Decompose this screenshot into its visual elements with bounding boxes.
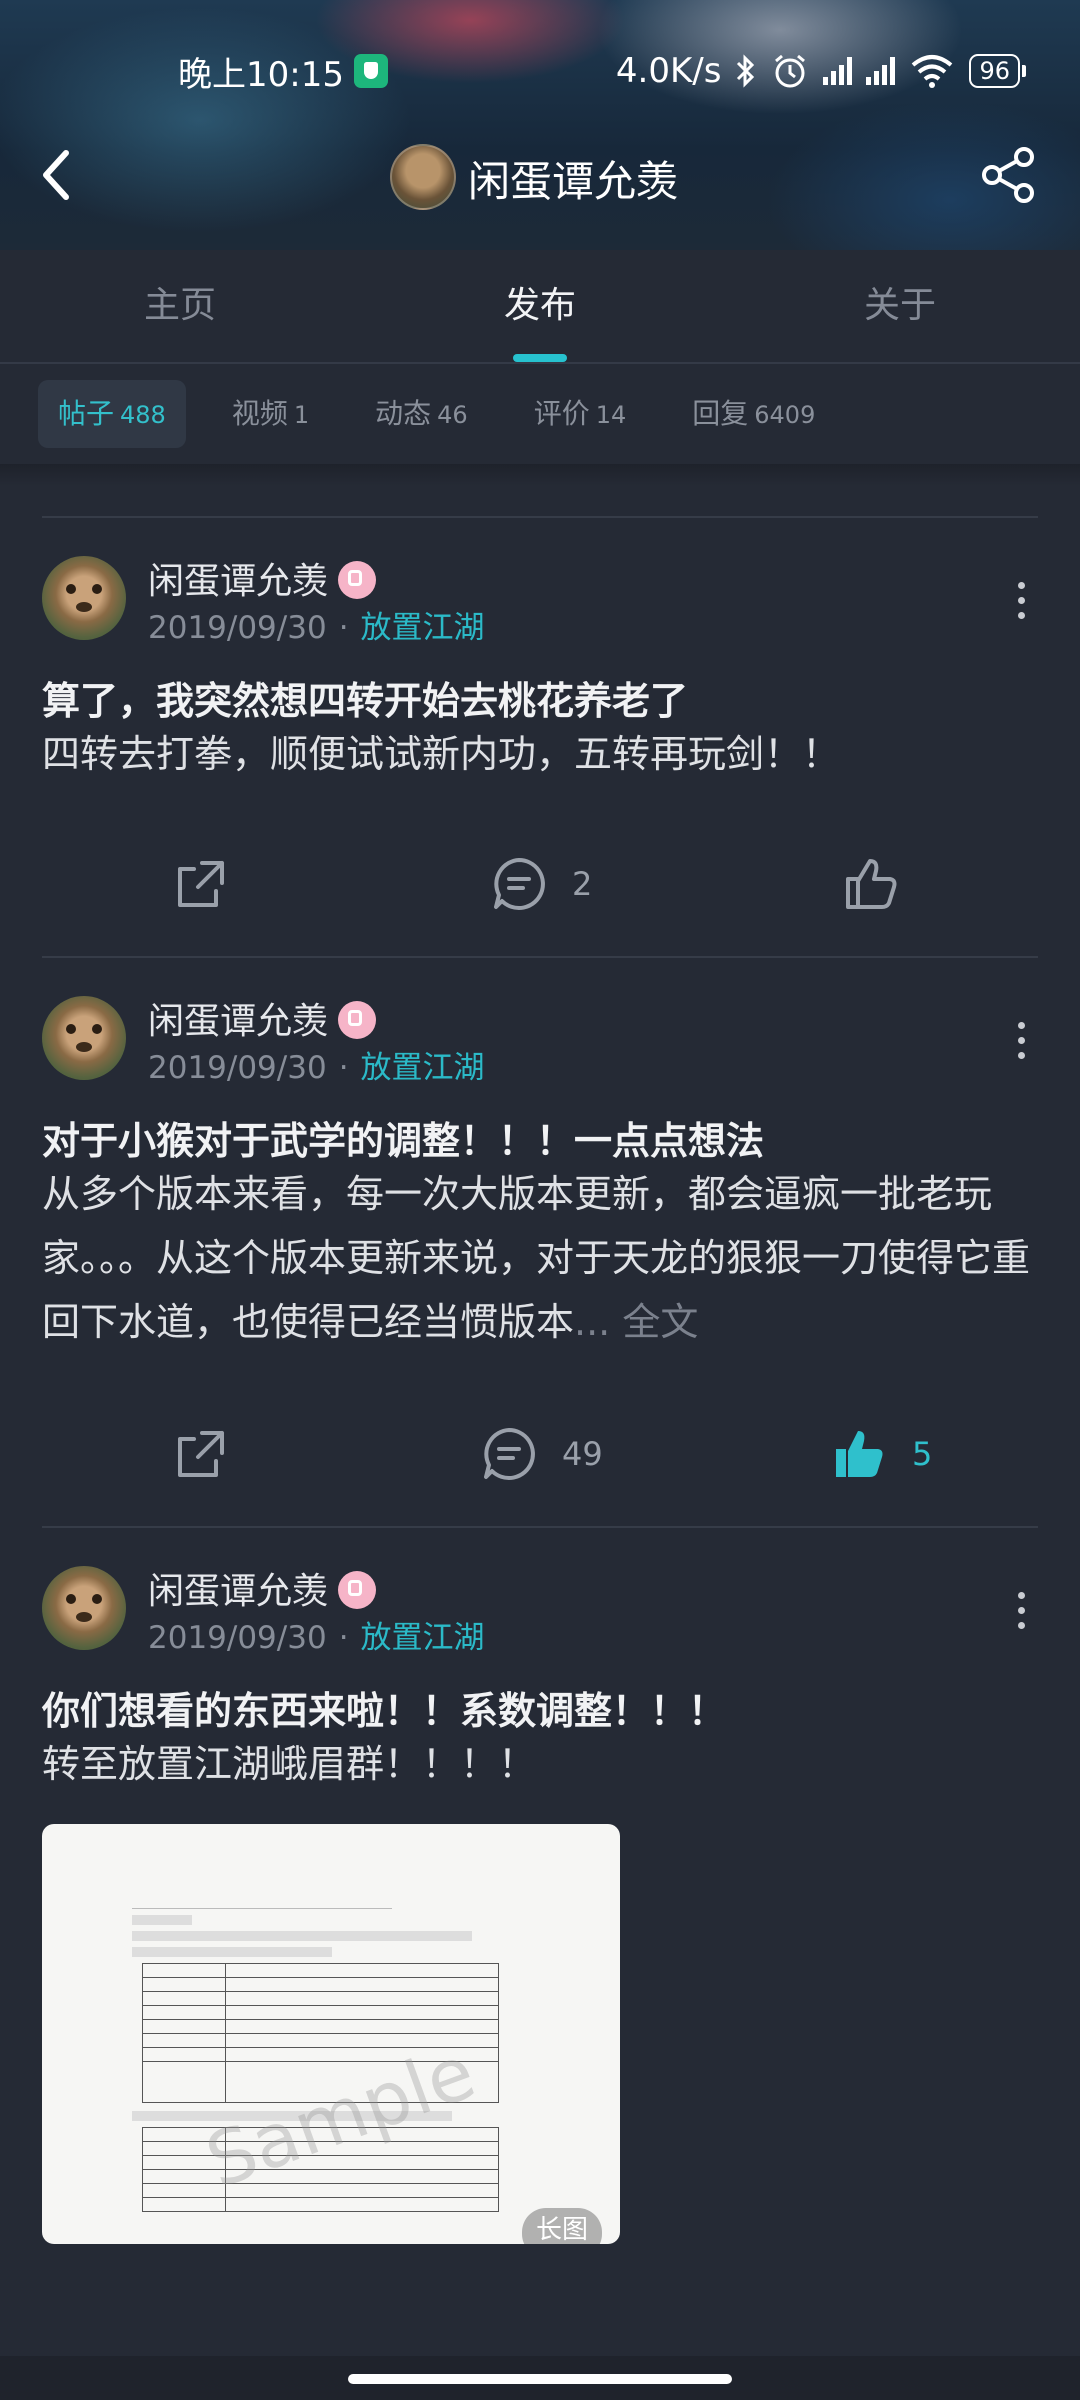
subtab-replies-label: 回复 xyxy=(692,397,749,430)
alarm-icon xyxy=(775,54,806,88)
comment-button[interactable]: 49 xyxy=(480,1414,603,1494)
share-post-button[interactable] xyxy=(172,844,230,924)
tab-posts[interactable]: 发布 xyxy=(360,250,720,362)
post-body: 转至放置江湖峨眉群！！！！ xyxy=(42,1742,537,1786)
post-body: 从多个版本来看，每一次大版本更新，都会逼疯一批老玩家。。。从这个版本更新来说，对… xyxy=(42,1162,1042,1354)
status-bar-right: 4.0K/s 96 xyxy=(615,46,1026,96)
author-avatar[interactable] xyxy=(42,1566,126,1650)
forum-link[interactable]: 放置江湖 xyxy=(361,1050,485,1086)
post-title: 对于小猴对于武学的调整！！！一点点想法 xyxy=(42,1119,765,1163)
author-avatar[interactable] xyxy=(42,996,126,1080)
subtab-threads-count: 488 xyxy=(120,401,166,429)
comment-icon xyxy=(494,858,545,910)
tab-home[interactable]: 主页 xyxy=(0,250,360,362)
bluetooth-icon xyxy=(737,54,755,88)
long-image-badge: 长图 xyxy=(522,2208,602,2244)
level-badge-icon xyxy=(338,1001,377,1039)
signal-1-icon xyxy=(823,57,853,85)
comment-icon xyxy=(484,1428,535,1480)
level-badge-icon xyxy=(338,561,377,599)
subtab-moments[interactable]: 动态 46 xyxy=(355,380,488,448)
post-date: 2019/09/30 xyxy=(148,610,327,646)
comment-count: 2 xyxy=(572,865,593,903)
subtab-videos[interactable]: 视频 1 xyxy=(212,380,329,448)
post-meta: 2019/09/30 · 放置江湖 xyxy=(148,602,485,647)
post-date: 2019/09/30 xyxy=(148,1050,327,1086)
post-actions: 49 5 xyxy=(0,1414,1080,1494)
security-shield-icon xyxy=(353,54,388,88)
subtab-reviews[interactable]: 评价 14 xyxy=(514,380,647,448)
profile-header-banner xyxy=(0,0,1080,250)
thumbs-up-icon xyxy=(846,859,897,909)
post-title: 你们想看的东西来啦！！系数调整！！！ xyxy=(42,1689,727,1733)
meta-separator: · xyxy=(338,1620,349,1656)
content-filter-tabs: 帖子 488 视频 1 动态 46 评价 14 回复 6409 xyxy=(0,364,1080,464)
author-name-text: 闲蛋谭允羡 xyxy=(148,561,329,602)
thumbs-up-filled-icon xyxy=(836,1431,883,1477)
status-bar-time: 晚上10:15 xyxy=(178,46,388,96)
post-date: 2019/09/30 xyxy=(148,1620,327,1656)
forum-link[interactable]: 放置江湖 xyxy=(361,610,485,646)
more-options-icon[interactable] xyxy=(1016,1592,1026,1637)
post-meta: 2019/09/30 · 放置江湖 xyxy=(148,1612,485,1657)
like-button[interactable] xyxy=(842,844,924,924)
author-name[interactable]: 闲蛋谭允羡 xyxy=(148,992,377,1044)
share-out-icon xyxy=(178,1431,224,1477)
meta-separator: · xyxy=(338,1050,349,1086)
author-name-text: 闲蛋谭允羡 xyxy=(148,1001,329,1042)
more-options-icon[interactable] xyxy=(1016,1022,1026,1067)
subtab-videos-count: 1 xyxy=(293,401,310,429)
author-name[interactable]: 闲蛋谭允羡 xyxy=(148,552,377,604)
subtab-threads-label: 帖子 xyxy=(58,397,115,430)
author-name-text: 闲蛋谭允羡 xyxy=(148,1571,329,1612)
like-button[interactable]: 5 xyxy=(830,1414,932,1494)
post-divider xyxy=(42,516,1038,518)
post-meta: 2019/09/30 · 放置江湖 xyxy=(148,1042,485,1087)
like-count: 5 xyxy=(912,1435,933,1473)
post-actions: 2 xyxy=(0,844,1080,924)
main-tabs: 主页 发布 关于 xyxy=(0,250,1080,364)
share-post-button[interactable] xyxy=(172,1414,230,1494)
forum-link[interactable]: 放置江湖 xyxy=(361,1620,485,1656)
wifi-icon xyxy=(912,55,953,88)
subtab-moments-count: 46 xyxy=(437,401,468,429)
network-speed: 4.0K/s xyxy=(615,51,722,91)
post-body-text: 从多个版本来看，每一次大版本更新，都会逼疯一批老玩家。。。从这个版本更新来说，对… xyxy=(42,1172,1031,1344)
post-divider xyxy=(42,956,1038,958)
subtab-replies-count: 6409 xyxy=(754,401,816,429)
level-badge-icon xyxy=(338,1571,377,1609)
author-name[interactable]: 闲蛋谭允羡 xyxy=(148,1562,377,1614)
post-title: 算了，我突然想四转开始去桃花养老了 xyxy=(42,679,689,723)
signal-2-icon xyxy=(866,57,896,85)
subtab-replies[interactable]: 回复 6409 xyxy=(672,380,835,448)
comment-count: 49 xyxy=(562,1435,603,1473)
clock: 晚上10:15 xyxy=(178,54,344,95)
header-username: 闲蛋谭允羡 xyxy=(468,157,679,206)
post-body: 四转去打拳，顺便试试新内功，五转再玩剑！！ xyxy=(42,732,841,776)
scroll-shadow xyxy=(0,464,1080,486)
author-avatar[interactable] xyxy=(42,556,126,640)
post-image[interactable]: Sample 长图 xyxy=(42,1824,620,2244)
subtab-videos-label: 视频 xyxy=(231,397,288,430)
meta-separator: · xyxy=(338,610,349,646)
subtab-reviews-label: 评价 xyxy=(533,397,590,430)
back-arrow-icon[interactable] xyxy=(36,145,76,205)
home-indicator[interactable] xyxy=(348,2374,732,2384)
battery-indicator: 96 xyxy=(969,54,1026,88)
header-avatar[interactable] xyxy=(390,144,456,210)
share-out-icon xyxy=(178,861,224,907)
subtab-moments-label: 动态 xyxy=(375,397,432,430)
post-divider xyxy=(42,1526,1038,1528)
tab-about[interactable]: 关于 xyxy=(720,250,1080,362)
subtab-reviews-count: 14 xyxy=(595,401,627,429)
read-more-link[interactable]: ... 全文 xyxy=(574,1300,698,1344)
share-icon[interactable] xyxy=(978,145,1038,205)
comment-button[interactable]: 2 xyxy=(490,844,592,924)
subtab-threads[interactable]: 帖子 488 xyxy=(38,380,186,448)
more-options-icon[interactable] xyxy=(1016,582,1026,627)
